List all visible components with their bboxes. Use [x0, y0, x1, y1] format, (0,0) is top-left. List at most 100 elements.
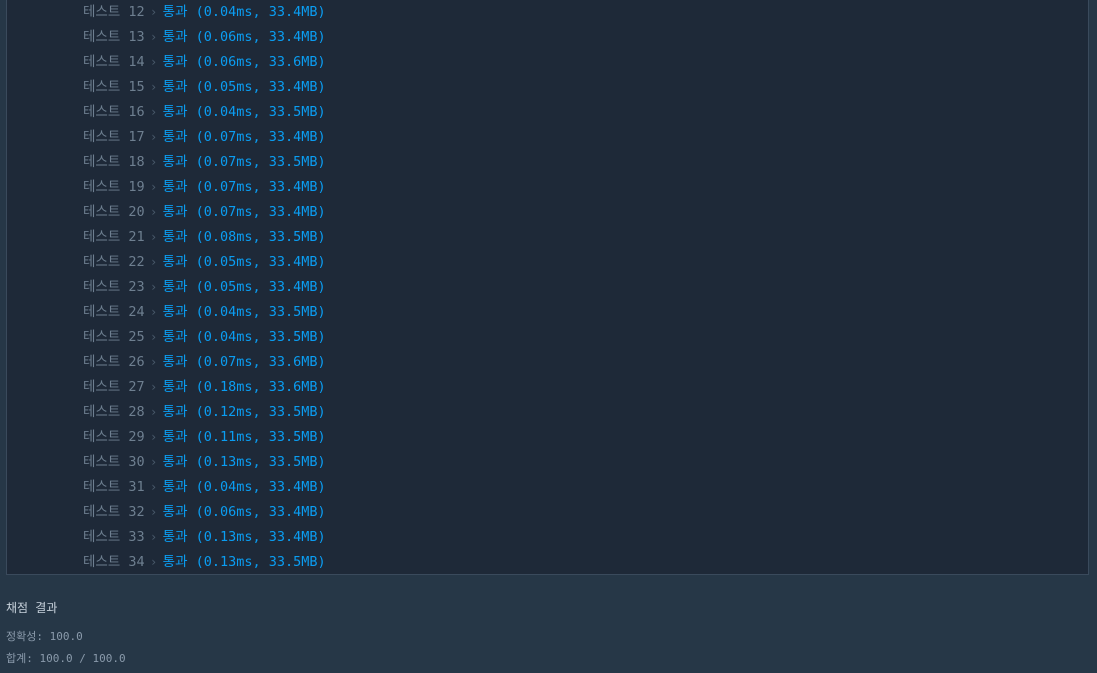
total-score: 합계: 100.0 / 100.0: [6, 652, 126, 665]
chevron-right-icon: ›: [150, 30, 158, 44]
test-result-row: 테스트 32 › 통과 (0.06ms, 33.4MB): [83, 500, 326, 525]
test-case-label: 테스트 13: [83, 29, 145, 45]
test-case-label: 테스트 21: [83, 229, 145, 245]
test-metrics: (0.07ms, 33.5MB): [195, 154, 326, 170]
test-case-label: 테스트 25: [83, 329, 145, 345]
test-case-label: 테스트 20: [83, 204, 145, 220]
test-status: 통과: [162, 554, 188, 570]
test-result-row: 테스트 22 › 통과 (0.05ms, 33.4MB): [83, 250, 326, 275]
grading-result-title: 채점 결과: [6, 601, 58, 615]
test-metrics: (0.07ms, 33.4MB): [195, 179, 326, 195]
test-case-label: 테스트 18: [83, 154, 145, 170]
test-metrics: (0.05ms, 33.4MB): [195, 79, 326, 95]
test-case-label: 테스트 23: [83, 279, 145, 295]
test-metrics: (0.07ms, 33.6MB): [195, 354, 326, 370]
test-result-row: 테스트 29 › 통과 (0.11ms, 33.5MB): [83, 425, 326, 450]
test-status: 통과: [162, 404, 188, 420]
test-case-label: 테스트 19: [83, 179, 145, 195]
test-status: 통과: [162, 54, 188, 70]
test-result-row: 테스트 26 › 통과 (0.07ms, 33.6MB): [83, 350, 326, 375]
test-status: 통과: [162, 479, 188, 495]
test-result-row: 테스트 31 › 통과 (0.04ms, 33.4MB): [83, 475, 326, 500]
chevron-right-icon: ›: [150, 80, 158, 94]
test-status: 통과: [162, 504, 188, 520]
test-results-panel: 테스트 12 › 통과 (0.04ms, 33.4MB) 테스트 13 › 통과 (0.0…: [6, 0, 1089, 575]
chevron-right-icon: ›: [150, 380, 158, 394]
test-case-label: 테스트 17: [83, 129, 145, 145]
chevron-right-icon: ›: [150, 130, 158, 144]
test-case-label: 테스트 15: [83, 79, 145, 95]
test-result-row: 테스트 17 › 통과 (0.07ms, 33.4MB): [83, 125, 326, 150]
test-metrics: (0.05ms, 33.4MB): [195, 279, 326, 295]
chevron-right-icon: ›: [150, 330, 158, 344]
test-case-label: 테스트 26: [83, 354, 145, 370]
chevron-right-icon: ›: [150, 555, 158, 569]
test-result-row: 테스트 19 › 통과 (0.07ms, 33.4MB): [83, 175, 326, 200]
test-case-label: 테스트 31: [83, 479, 145, 495]
test-metrics: (0.12ms, 33.5MB): [195, 404, 326, 420]
test-status: 통과: [162, 329, 188, 345]
test-result-row: 테스트 21 › 통과 (0.08ms, 33.5MB): [83, 225, 326, 250]
test-result-row: 테스트 20 › 통과 (0.07ms, 33.4MB): [83, 200, 326, 225]
test-case-label: 테스트 28: [83, 404, 145, 420]
chevron-right-icon: ›: [150, 480, 158, 494]
test-metrics: (0.05ms, 33.4MB): [195, 254, 326, 270]
test-status: 통과: [162, 179, 188, 195]
chevron-right-icon: ›: [150, 55, 158, 69]
test-case-label: 테스트 27: [83, 379, 145, 395]
test-status: 통과: [162, 429, 188, 445]
test-case-label: 테스트 29: [83, 429, 145, 445]
test-status: 통과: [162, 104, 188, 120]
test-case-label: 테스트 14: [83, 54, 145, 70]
chevron-right-icon: ›: [150, 280, 158, 294]
test-result-row: 테스트 23 › 통과 (0.05ms, 33.4MB): [83, 275, 326, 300]
test-metrics: (0.04ms, 33.4MB): [195, 479, 326, 495]
test-metrics: (0.04ms, 33.5MB): [195, 304, 326, 320]
chevron-right-icon: ›: [150, 530, 158, 544]
chevron-right-icon: ›: [150, 5, 158, 19]
test-status: 통과: [162, 279, 188, 295]
test-status: 통과: [162, 529, 188, 545]
test-result-row: 테스트 15 › 통과 (0.05ms, 33.4MB): [83, 75, 326, 100]
test-result-row: 테스트 28 › 통과 (0.12ms, 33.5MB): [83, 400, 326, 425]
test-metrics: (0.04ms, 33.5MB): [195, 104, 326, 120]
test-case-label: 테스트 34: [83, 554, 145, 570]
test-result-row: 테스트 13 › 통과 (0.06ms, 33.4MB): [83, 25, 326, 50]
test-metrics: (0.04ms, 33.5MB): [195, 329, 326, 345]
chevron-right-icon: ›: [150, 230, 158, 244]
test-result-row: 테스트 12 › 통과 (0.04ms, 33.4MB): [83, 0, 326, 25]
test-status: 통과: [162, 304, 188, 320]
test-metrics: (0.06ms, 33.4MB): [195, 504, 326, 520]
test-result-row: 테스트 30 › 통과 (0.13ms, 33.5MB): [83, 450, 326, 475]
test-status: 통과: [162, 29, 188, 45]
test-case-label: 테스트 12: [83, 4, 145, 20]
test-metrics: (0.08ms, 33.5MB): [195, 229, 326, 245]
test-case-label: 테스트 22: [83, 254, 145, 270]
test-case-label: 테스트 33: [83, 529, 145, 545]
test-result-row: 테스트 24 › 통과 (0.04ms, 33.5MB): [83, 300, 326, 325]
chevron-right-icon: ›: [150, 355, 158, 369]
test-case-label: 테스트 16: [83, 104, 145, 120]
chevron-right-icon: ›: [150, 255, 158, 269]
chevron-right-icon: ›: [150, 455, 158, 469]
test-status: 통과: [162, 454, 188, 470]
test-metrics: (0.07ms, 33.4MB): [195, 204, 326, 220]
test-result-row: 테스트 33 › 통과 (0.13ms, 33.4MB): [83, 525, 326, 550]
test-result-row: 테스트 25 › 통과 (0.04ms, 33.5MB): [83, 325, 326, 350]
test-status: 통과: [162, 254, 188, 270]
test-metrics: (0.18ms, 33.6MB): [195, 379, 326, 395]
chevron-right-icon: ›: [150, 205, 158, 219]
chevron-right-icon: ›: [150, 430, 158, 444]
test-metrics: (0.13ms, 33.4MB): [195, 529, 326, 545]
test-result-row: 테스트 27 › 통과 (0.18ms, 33.6MB): [83, 375, 326, 400]
test-metrics: (0.13ms, 33.5MB): [195, 554, 326, 570]
test-status: 통과: [162, 79, 188, 95]
chevron-right-icon: ›: [150, 105, 158, 119]
test-metrics: (0.06ms, 33.6MB): [195, 54, 326, 70]
test-case-label: 테스트 32: [83, 504, 145, 520]
test-metrics: (0.11ms, 33.5MB): [195, 429, 326, 445]
test-result-row: 테스트 34 › 통과 (0.13ms, 33.5MB): [83, 550, 326, 574]
test-result-row: 테스트 16 › 통과 (0.04ms, 33.5MB): [83, 100, 326, 125]
chevron-right-icon: ›: [150, 305, 158, 319]
chevron-right-icon: ›: [150, 505, 158, 519]
